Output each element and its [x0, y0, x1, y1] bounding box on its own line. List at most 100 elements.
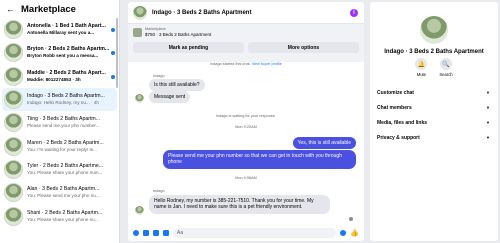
- like-icon[interactable]: 👍: [350, 230, 359, 237]
- chevron-down-icon: ▼: [486, 135, 490, 140]
- conversation-item-active[interactable]: Indago · 3 Beds 2 Baths Apartm... Indago…: [2, 87, 117, 112]
- conversation-snippet: You: Please send me your phn nu...: [27, 193, 100, 199]
- search-icon: 🔍: [440, 58, 452, 70]
- back-arrow-icon[interactable]: ←: [6, 4, 15, 14]
- conversation-snippet: Maddie: 8012274853 · 3h: [27, 76, 81, 82]
- outgoing-message: Yes, this is still available: [292, 137, 356, 150]
- avatar: [4, 66, 23, 86]
- sidebar-title: Marketplace: [21, 3, 76, 15]
- message-placeholder: Aa: [177, 230, 184, 236]
- incoming-message: Is this still available?: [149, 79, 205, 92]
- section-label: Chat members: [377, 104, 412, 111]
- avatar: [4, 43, 23, 63]
- conversation-item[interactable]: Bryton · 2 Beds 2 Baths Apartm... Bryton…: [0, 41, 119, 64]
- avatar: [135, 206, 144, 215]
- media-files-links-section[interactable]: Media, files and links ▼: [370, 115, 498, 130]
- sidebar-scrollbar[interactable]: [116, 18, 118, 88]
- chat-started-notice: Indago started this chat. View buyer pro…: [128, 62, 364, 66]
- avatar: [135, 94, 144, 103]
- chevron-down-icon: ▼: [486, 90, 490, 95]
- timestamp: Mon 9:20AM: [235, 125, 257, 129]
- section-label: Customize chat: [377, 89, 414, 96]
- emoji-icon[interactable]: [340, 230, 347, 236]
- avatar: [4, 136, 23, 156]
- unread-dot-icon: [111, 74, 115, 79]
- message-list: Indago started this chat. View buyer pro…: [128, 62, 364, 225]
- conversation-item[interactable]: Antonella · 1 Bed 1 Bath Apart... Antone…: [0, 18, 119, 41]
- conversation-snippet: Indago: Hello Rodney, my nu... · 4h: [27, 100, 99, 106]
- conversation-snippet: Bryton Robb sent you a messa...: [27, 53, 99, 59]
- conversation-item[interactable]: Maren · 2 Beds 2 Baths Apartm... You: I'…: [0, 134, 119, 157]
- privacy-support-section[interactable]: Privacy & support ▼: [370, 130, 498, 145]
- avatar: [4, 90, 23, 110]
- waiting-notice: Indago is waiting for your response.: [216, 114, 276, 118]
- seen-indicator-icon: [349, 217, 353, 221]
- mark-pending-button[interactable]: Mark as pending: [133, 42, 244, 53]
- sender-name: Indago: [153, 189, 165, 193]
- message-input[interactable]: Aa: [173, 228, 337, 238]
- avatar[interactable]: [420, 16, 448, 44]
- chat-members-section[interactable]: Chat members ▼: [370, 100, 498, 115]
- timestamp: Mon 9:56AM: [235, 176, 257, 180]
- gif-icon[interactable]: [163, 230, 169, 236]
- chevron-down-icon: ▼: [486, 120, 490, 125]
- conversation-item[interactable]: Tiing · 3 Beds 2 Baths Apartm... Please …: [0, 111, 119, 134]
- plus-icon[interactable]: [133, 230, 139, 236]
- conversation-title: Alan · 3 Beds 2 Baths Apartm...: [27, 186, 100, 193]
- conversation-title: Indago · 3 Beds 2 Baths Apartm...: [27, 93, 105, 100]
- conversation-snippet: You: Please share your phone nu...: [27, 216, 99, 222]
- conversation-snippet: Please send me your phn number...: [27, 123, 100, 129]
- conversation-title: Shani · 2 Beds 2 Baths Apartm...: [27, 209, 103, 216]
- section-label: Media, files and links: [377, 119, 428, 126]
- conversation-item[interactable]: Maddie · 2 Beds 2 Baths Apart... Maddie:…: [0, 65, 119, 88]
- bell-icon: 🔔: [415, 58, 428, 70]
- avatar: [4, 159, 23, 179]
- more-options-button[interactable]: More options: [248, 42, 359, 53]
- chat-panel: Indago · 3 Beds 2 Baths Apartment i Mark…: [128, 2, 364, 241]
- search-label: Search: [439, 72, 453, 77]
- avatar: [4, 113, 23, 133]
- chevron-down-icon: ▼: [486, 105, 490, 110]
- conversation-snippet: You: I'm waiting for your reply! Is...: [27, 146, 97, 152]
- avatar: [4, 183, 23, 203]
- listing-thumbnail[interactable]: [133, 28, 142, 37]
- message-composer: Aa 👍: [128, 225, 364, 241]
- details-panel: Indago · 3 Beds 2 Baths Apartment 🔔 Mute…: [370, 2, 498, 241]
- conversation-snippet: You: Please share your phone num...: [27, 169, 103, 175]
- section-label: Privacy & support: [377, 134, 420, 141]
- conversation-title: Maddie · 2 Beds 2 Baths Apart...: [27, 69, 106, 76]
- conversation-item[interactable]: Alan · 3 Beds 2 Baths Apartm... You: Ple…: [0, 181, 119, 204]
- mute-button[interactable]: 🔔 Mute: [415, 58, 428, 77]
- conversation-item[interactable]: Tyler · 2 Beds 2 Baths Apartme... You: P…: [0, 158, 119, 181]
- chat-started-text: Indago started this chat.: [210, 62, 251, 66]
- sender-name: Indago: [153, 74, 165, 78]
- conversation-snippet: Antonella Millaray sent you a...: [27, 30, 95, 36]
- avatar: [4, 206, 23, 226]
- listing-banner: Marketplace $750 · 3 Beds 2 Baths Apartm…: [128, 24, 364, 62]
- listing-name[interactable]: $750 · 3 Beds 2 Baths Apartment: [145, 32, 211, 38]
- conversation-title: Tiing · 3 Beds 2 Baths Apartm...: [27, 116, 101, 123]
- avatar: [4, 20, 23, 40]
- chat-header: Indago · 3 Beds 2 Baths Apartment i: [128, 2, 364, 24]
- conversation-title: Tyler · 2 Beds 2 Baths Apartme...: [27, 162, 104, 169]
- info-icon[interactable]: i: [350, 9, 358, 17]
- conversation-title: Bryton · 2 Beds 2 Baths Apartm...: [27, 46, 110, 53]
- image-icon[interactable]: [143, 230, 149, 236]
- chat-title[interactable]: Indago · 3 Beds 2 Baths Apartment: [152, 10, 251, 16]
- customize-chat-section[interactable]: Customize chat ▼: [370, 85, 498, 100]
- details-title: Indago · 3 Beds 2 Baths Apartment: [384, 49, 484, 55]
- conversation-item[interactable]: Shani · 2 Beds 2 Baths Apartm... You: Pl…: [0, 204, 119, 227]
- unread-dot-icon: [111, 28, 115, 32]
- outgoing-message: Please send me your phn number so that w…: [163, 150, 356, 169]
- search-button[interactable]: 🔍 Search: [439, 58, 453, 77]
- sidebar-header: ← Marketplace: [0, 0, 119, 18]
- sticker-icon[interactable]: [153, 230, 159, 236]
- mute-label: Mute: [416, 72, 427, 77]
- conversation-title: Antonella · 1 Bed 1 Bath Apart...: [27, 23, 106, 30]
- conversation-title: Maren · 2 Beds 2 Baths Apartm...: [27, 139, 104, 146]
- incoming-message: Message sent: [149, 91, 191, 104]
- avatar[interactable]: [133, 5, 147, 20]
- conversation-sidebar: ← Marketplace Antonella · 1 Bed 1 Bath A…: [0, 0, 120, 243]
- incoming-message: Hello Rodney, my number is 385-221-7510.…: [149, 195, 330, 214]
- view-buyer-profile-link[interactable]: View buyer profile: [252, 62, 282, 66]
